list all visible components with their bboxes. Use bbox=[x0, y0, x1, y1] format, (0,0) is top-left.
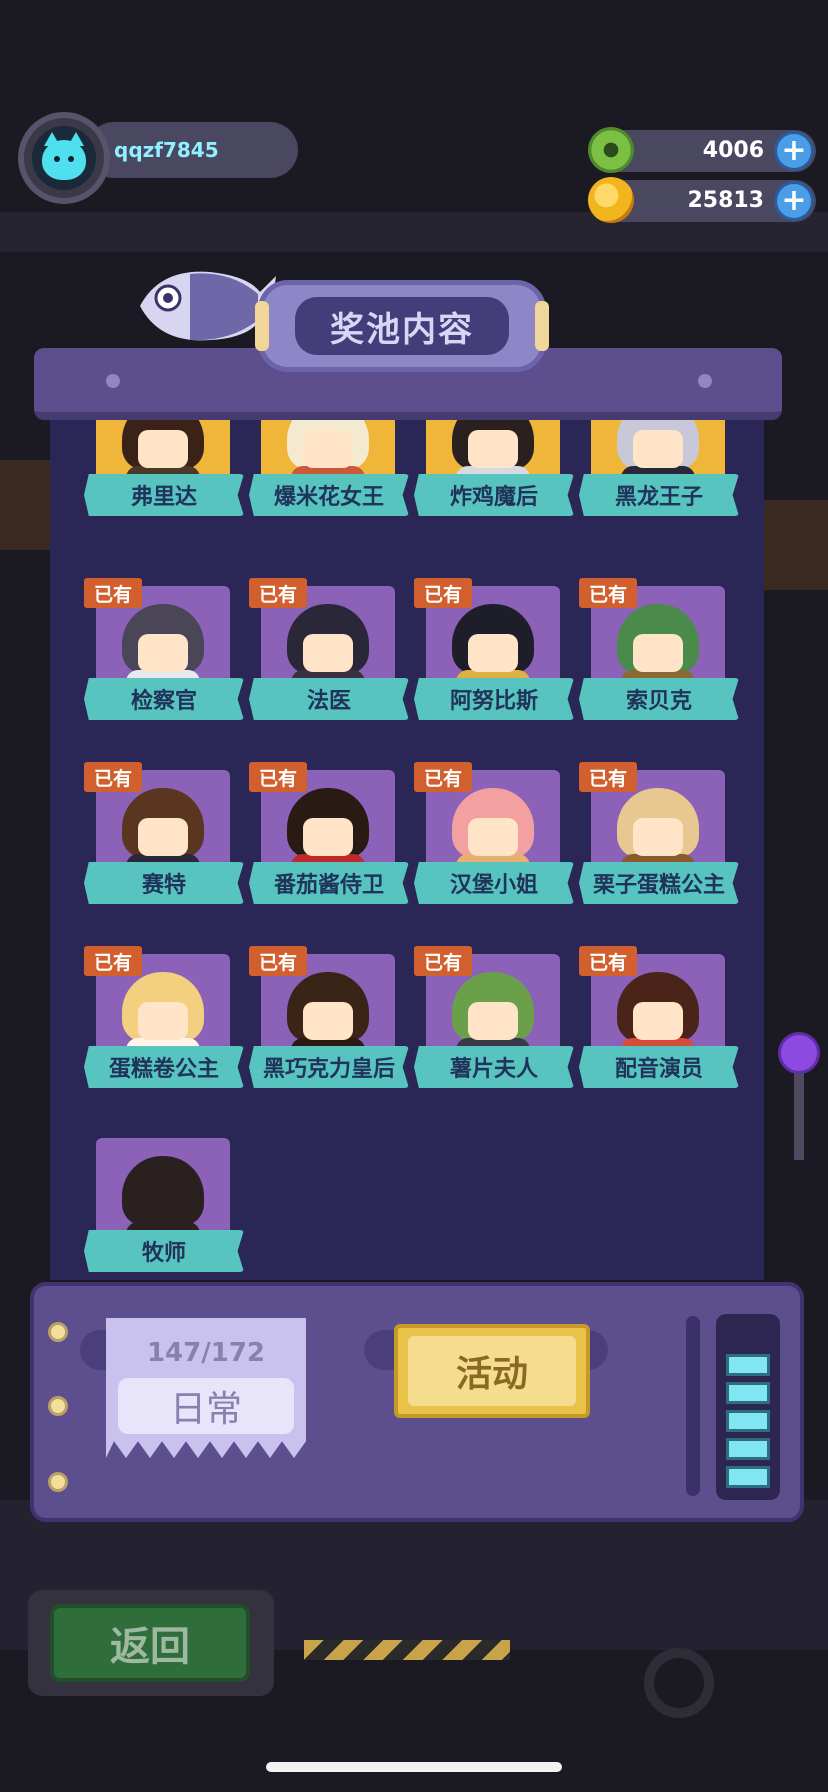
character-card[interactable]: 蛋糕卷公主 已有 bbox=[84, 946, 244, 1090]
owned-badge: 已有 bbox=[84, 762, 142, 792]
background-shelf-right bbox=[764, 500, 828, 590]
event-ticket[interactable]: 活动 bbox=[394, 1324, 590, 1418]
lever-stick bbox=[794, 1070, 804, 1160]
meter-bar bbox=[726, 1410, 770, 1432]
daily-ticket-count: 147/172 bbox=[146, 1338, 266, 1368]
donut-coin-icon bbox=[588, 127, 634, 173]
pool-contents-screen[interactable]: 弗里达 爆米花女王 炸鸡魔后 黑龙王子 检察官 已有 法医 已有 阿努比斯 已有 索贝克 已有 赛特 已有… bbox=[50, 420, 764, 1280]
owned-badge: 已有 bbox=[414, 762, 472, 792]
character-name: 黑巧克力皇后 bbox=[249, 1046, 409, 1088]
meter-bar bbox=[726, 1438, 770, 1460]
owned-badge: 已有 bbox=[579, 946, 637, 976]
character-card[interactable]: 薯片夫人 已有 bbox=[414, 946, 574, 1090]
planet-coin-icon bbox=[588, 177, 634, 223]
meter-bar bbox=[726, 1466, 770, 1488]
character-name: 蛋糕卷公主 bbox=[84, 1046, 244, 1088]
character-card[interactable]: 赛特 已有 bbox=[84, 762, 244, 906]
character-card[interactable]: 弗里达 bbox=[84, 420, 244, 518]
character-name: 弗里达 bbox=[84, 474, 244, 516]
character-name: 番茄酱侍卫 bbox=[249, 862, 409, 904]
character-name: 索贝克 bbox=[579, 678, 739, 720]
character-name: 赛特 bbox=[84, 862, 244, 904]
character-card[interactable]: 炸鸡魔后 bbox=[414, 420, 574, 518]
rivet bbox=[48, 1322, 68, 1342]
character-card[interactable]: 牧师 bbox=[84, 1138, 244, 1274]
character-name: 配音演员 bbox=[579, 1046, 739, 1088]
owned-badge: 已有 bbox=[579, 578, 637, 608]
currency-planet: 25813 + bbox=[588, 177, 816, 223]
meter-bar bbox=[726, 1382, 770, 1404]
character-card[interactable]: 法医 已有 bbox=[249, 578, 409, 722]
magnifier-icon bbox=[644, 1648, 714, 1718]
background-shelf-left bbox=[0, 460, 52, 550]
meter-bar bbox=[726, 1354, 770, 1376]
character-name: 汉堡小姐 bbox=[414, 862, 574, 904]
event-tab-button[interactable]: 活动 bbox=[408, 1336, 576, 1406]
daily-tab-button[interactable]: 日常 bbox=[118, 1378, 294, 1434]
character-name: 栗子蛋糕公主 bbox=[579, 862, 739, 904]
progress-meter bbox=[716, 1314, 780, 1500]
add-planet-coin-button[interactable]: + bbox=[774, 181, 814, 221]
character-card[interactable]: 阿努比斯 已有 bbox=[414, 578, 574, 722]
character-card[interactable]: 索贝克 已有 bbox=[579, 578, 739, 722]
character-card[interactable]: 汉堡小姐 已有 bbox=[414, 762, 574, 906]
rivet bbox=[48, 1472, 68, 1492]
owned-badge: 已有 bbox=[249, 578, 307, 608]
daily-ticket[interactable]: 147/172 日常 bbox=[106, 1318, 306, 1458]
character-name: 薯片夫人 bbox=[414, 1046, 574, 1088]
pool-title-plate: 奖池内容 bbox=[255, 280, 549, 372]
character-card[interactable]: 检察官 已有 bbox=[84, 578, 244, 722]
back-button-frame: 返回 bbox=[28, 1590, 274, 1696]
home-indicator[interactable] bbox=[266, 1762, 562, 1772]
character-name: 法医 bbox=[249, 678, 409, 720]
character-card[interactable]: 爆米花女王 bbox=[249, 420, 409, 518]
donut-coin-value: 4006 bbox=[702, 138, 764, 163]
owned-badge: 已有 bbox=[579, 762, 637, 792]
character-card[interactable]: 番茄酱侍卫 已有 bbox=[249, 762, 409, 906]
meter-slot bbox=[686, 1316, 700, 1496]
character-name: 炸鸡魔后 bbox=[414, 474, 574, 516]
username: qqzf7845 bbox=[114, 138, 219, 162]
character-name: 牧师 bbox=[84, 1230, 244, 1272]
owned-badge: 已有 bbox=[249, 762, 307, 792]
owned-badge: 已有 bbox=[84, 578, 142, 608]
cat-avatar-icon bbox=[32, 126, 96, 190]
character-name: 爆米花女王 bbox=[249, 474, 409, 516]
back-button[interactable]: 返回 bbox=[50, 1604, 250, 1682]
character-name: 黑龙王子 bbox=[579, 474, 739, 516]
owned-badge: 已有 bbox=[414, 946, 472, 976]
player-avatar[interactable] bbox=[18, 112, 110, 204]
pool-title: 奖池内容 bbox=[330, 309, 474, 350]
character-card[interactable]: 黑巧克力皇后 已有 bbox=[249, 946, 409, 1090]
ticket-panel: 147/172 日常 活动 bbox=[30, 1282, 804, 1522]
currency-donut: 4006 + bbox=[588, 127, 816, 173]
character-name: 阿努比斯 bbox=[414, 678, 574, 720]
lever-handle[interactable] bbox=[778, 1032, 820, 1074]
hazard-stripe bbox=[304, 1640, 510, 1660]
rivet bbox=[48, 1396, 68, 1416]
character-card[interactable]: 配音演员 已有 bbox=[579, 946, 739, 1090]
owned-badge: 已有 bbox=[84, 946, 142, 976]
add-donut-coin-button[interactable]: + bbox=[774, 131, 814, 171]
owned-badge: 已有 bbox=[414, 578, 472, 608]
owned-badge: 已有 bbox=[249, 946, 307, 976]
username-pill: qqzf7845 bbox=[86, 122, 298, 178]
character-card[interactable]: 栗子蛋糕公主 已有 bbox=[579, 762, 739, 906]
planet-coin-value: 25813 bbox=[687, 188, 764, 213]
character-card[interactable]: 黑龙王子 bbox=[579, 420, 739, 518]
character-name: 检察官 bbox=[84, 678, 244, 720]
